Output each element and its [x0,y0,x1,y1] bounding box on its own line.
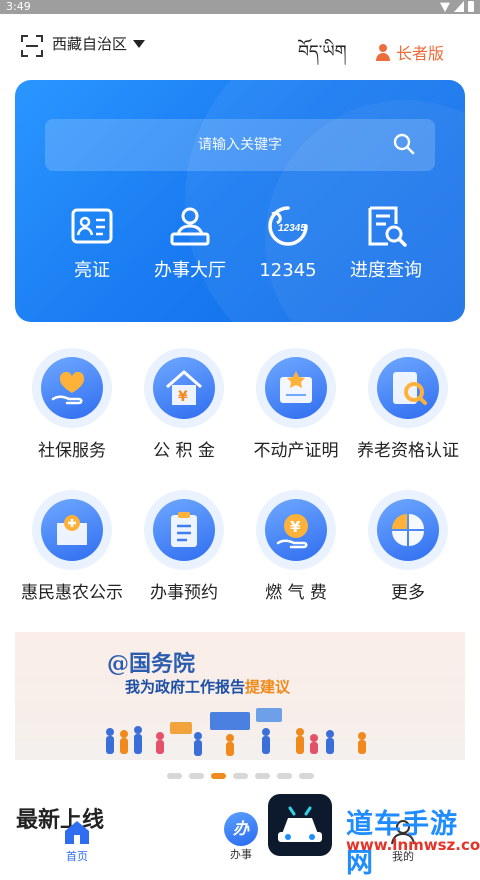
appointment-icon [171,512,197,547]
crowd-illustration [106,708,366,756]
service-benefit-notice[interactable]: 惠民惠农公示 [12,490,132,604]
carousel-dot[interactable] [276,773,292,779]
status-icons [440,1,474,12]
service-property-certificate[interactable]: 不动产证明 [236,348,356,462]
quick-action-label: 12345 [259,260,317,281]
nav-ban[interactable]: 办 办事 [214,812,268,862]
quick-action-hotline[interactable]: 12345 12345 [233,204,343,282]
service-label: 惠民惠农公示 [21,583,123,603]
region-label: 西藏自治区 [52,35,128,53]
status-time: 3:49 [6,0,31,13]
elder-mode-button[interactable]: 长者版 [376,40,444,64]
progress-search-icon [368,206,407,247]
search-box[interactable] [45,119,435,171]
service-icon-bg [368,490,448,570]
banner-subtitle-text: 我为政府工作报告 [125,678,246,696]
benefit-notice-icon [57,515,87,545]
search-input[interactable] [45,119,435,171]
caret-down-icon [133,40,146,48]
svg-text:¥: ¥ [178,389,188,405]
svg-text:¥: ¥ [290,518,301,536]
watermark-logo [268,794,332,856]
scan-icon[interactable] [20,34,44,58]
banner-highlight: 提建议 [245,678,291,696]
battery-icon [468,1,474,12]
hotline-12345-icon: 12345 [268,206,308,246]
watermark-url: www.lnmwsz.com [346,836,480,854]
top-bar: 西藏自治区 བོད་ཡིག 长者版 [0,30,480,66]
property-certificate-icon [280,371,312,403]
search-icon[interactable] [393,133,415,155]
car-logo-icon [278,806,322,842]
service-icon-bg [32,348,112,428]
service-more[interactable]: 更多 [348,490,468,604]
carousel-dot[interactable] [188,773,204,779]
home-icon [65,821,89,844]
carousel-dot[interactable] [166,773,182,779]
service-label: 社保服务 [38,441,106,461]
service-icon-bg: ¥ [256,490,336,570]
quick-action-label: 亮证 [74,260,110,281]
hotline-icon-text: 12345 [278,223,306,234]
service-label: 更多 [391,583,425,603]
ban-icon: 办 [224,812,258,846]
signal-icon [454,1,464,12]
service-appointment[interactable]: 办事预约 [124,490,244,604]
carousel-dot[interactable] [232,773,248,779]
service-social-security[interactable]: 社保服务 [12,348,132,462]
service-housing-fund[interactable]: ¥ 公 积 金 [124,348,244,462]
service-icon-bg: ¥ [144,348,224,428]
service-hall-icon [170,207,210,246]
promo-banner[interactable]: @国务院 我为政府工作报告提建议 [15,632,465,760]
nav-home-label: 首页 [66,850,88,863]
service-pension-verify[interactable]: 养老资格认证 [348,348,468,462]
service-icon-bg [32,490,112,570]
service-label: 不动产证明 [253,441,339,461]
region-selector[interactable]: 西藏自治区 [52,34,146,54]
service-icon-bg [144,490,224,570]
status-bar: 3:49 [0,0,480,14]
carousel-indicator [0,773,480,779]
service-label: 燃 气 费 [265,583,327,603]
heart-hand-icon [51,371,85,405]
housing-fund-icon: ¥ [166,370,202,405]
banner-title: @国务院 [107,651,196,677]
carousel-dot-active[interactable] [210,773,226,779]
service-icon-bg [368,348,448,428]
service-label: 养老资格认证 [357,441,459,461]
pension-verify-icon [393,372,427,405]
gas-fee-icon: ¥ [276,514,308,549]
elder-mode-label: 长者版 [396,44,445,63]
wifi-icon [440,2,450,12]
quick-action-service-hall[interactable]: 办事大厅 [135,204,245,282]
hero-card: 亮证 办事大厅 12345 12345 [15,80,465,322]
service-gas-fee[interactable]: ¥ 燃 气 费 [236,490,356,604]
carousel-dot[interactable] [254,773,270,779]
quick-actions: 亮证 办事大厅 12345 12345 进度查询 [15,204,465,294]
service-label: 办事预约 [150,583,218,603]
quick-action-label: 办事大厅 [154,260,226,281]
nav-home[interactable]: 首页 [50,818,104,864]
tibetan-language-toggle[interactable]: བོད་ཡིག [298,32,347,80]
quick-action-progress[interactable]: 进度查询 [331,204,441,282]
id-card-icon [71,208,113,244]
quick-action-id-card[interactable]: 亮证 [37,204,147,282]
carousel-dot[interactable] [298,773,314,779]
quick-action-label: 进度查询 [350,260,422,281]
more-icon [392,514,424,546]
service-icon-bg [256,348,336,428]
banner-subtitle: 我为政府工作报告提建议 [125,676,290,697]
elder-person-icon [376,44,390,61]
service-label: 公 积 金 [153,441,215,461]
